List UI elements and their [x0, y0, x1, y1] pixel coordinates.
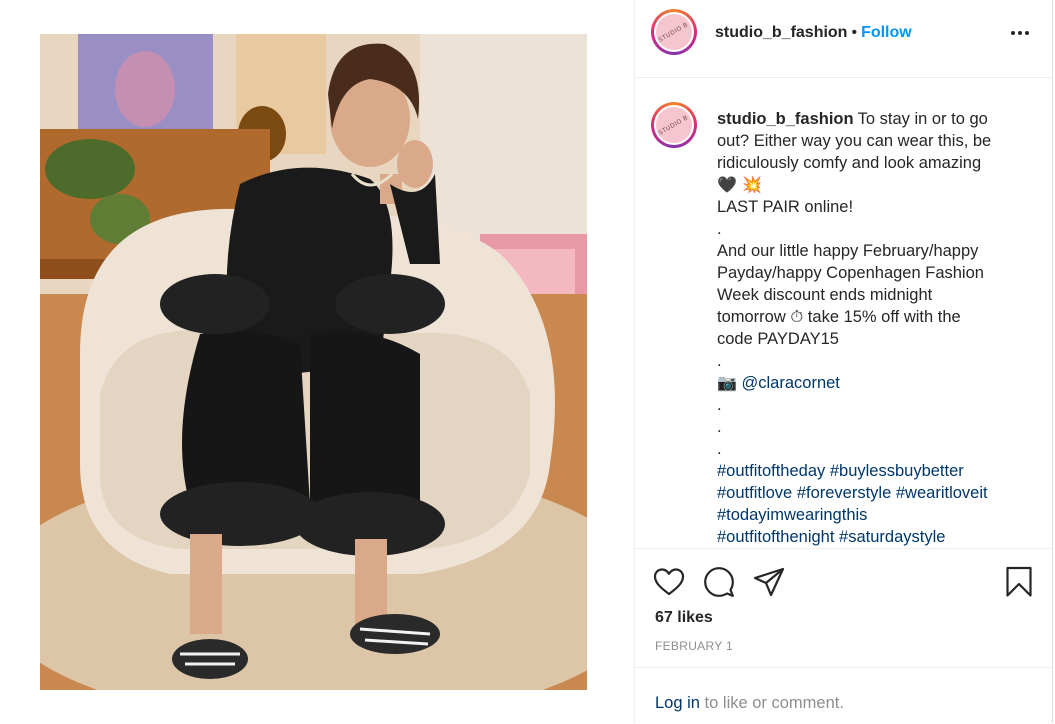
- hashtag-link[interactable]: #outfitlove: [717, 484, 792, 502]
- header-user-line: studio_b_fashion • Follow: [715, 23, 912, 43]
- camera-icon: 📷: [717, 373, 737, 392]
- hashtag-link[interactable]: #foreverstyle: [797, 484, 891, 502]
- avatar-logo-text: STUDIO B: [657, 113, 691, 137]
- hashtag-line: #outfitoftheday #buylessbuybetter: [717, 460, 1027, 482]
- post-photo[interactable]: [40, 34, 587, 690]
- hashtag-line: #outfitofthenight #saturdaystyle: [717, 526, 1027, 548]
- post-header: STUDIO B studio_b_fashion • Follow: [635, 0, 1052, 78]
- author-avatar[interactable]: STUDIO B: [651, 9, 697, 55]
- caption-emoji-line: 🖤 💥: [717, 175, 762, 194]
- author-username[interactable]: studio_b_fashion: [715, 24, 847, 41]
- caption-line: ridiculously comfy and look amazing: [717, 154, 982, 172]
- caption-line: code PAYDAY15: [717, 330, 839, 348]
- hashtag-link[interactable]: #outfitofthenight: [717, 528, 834, 546]
- caption-line: .: [717, 352, 722, 370]
- caption-mention-line: 📷 @claracornet: [717, 372, 1027, 394]
- photo-illustration: [40, 34, 587, 690]
- send-icon[interactable]: [753, 567, 785, 597]
- login-link[interactable]: Log in: [655, 694, 700, 712]
- caption-username[interactable]: studio_b_fashion: [717, 110, 854, 128]
- likes-count[interactable]: 67 likes: [655, 609, 713, 627]
- more-options-icon[interactable]: [1008, 21, 1032, 45]
- hashtag-link[interactable]: #wearitloveit: [896, 484, 988, 502]
- caption-dot: .: [717, 440, 722, 458]
- post-media-pane: [0, 0, 634, 723]
- separator-dot: •: [851, 24, 858, 41]
- caption-line: And our little happy February/happy: [717, 242, 979, 260]
- hashtag-link[interactable]: #todayimwearingthis: [717, 506, 867, 524]
- hashtag-line: #outfitlove #foreverstyle #wearitloveit: [717, 482, 1027, 504]
- mention-link[interactable]: @claracornet: [742, 374, 840, 392]
- login-prompt-text: to like or comment.: [699, 694, 844, 712]
- hashtag-line: #todayimwearingthis: [717, 504, 1027, 526]
- heart-icon[interactable]: [653, 567, 685, 597]
- caption-dot: .: [717, 396, 722, 414]
- login-prompt-bar: Log in to like or comment.: [635, 667, 1052, 724]
- avatar-logo-text: STUDIO B: [657, 20, 691, 44]
- hashtag-link[interactable]: #buylessbuybetter: [830, 462, 964, 480]
- caption-dot: .: [717, 418, 722, 436]
- post-caption: studio_b_fashion To stay in or to go out?…: [717, 108, 1027, 548]
- hashtag-link[interactable]: #saturdaystyle: [839, 528, 945, 546]
- caption-line: .: [717, 220, 722, 238]
- login-prompt: Log in to like or comment.: [655, 694, 844, 713]
- comment-icon[interactable]: [703, 566, 735, 598]
- caption-line: LAST PAIR online!: [717, 198, 854, 216]
- post-date[interactable]: FEBRUARY 1: [655, 639, 733, 653]
- caption-line: Week discount ends midnight: [717, 286, 933, 304]
- post-sidebar: STUDIO B studio_b_fashion • Follow STUDIO …: [634, 0, 1053, 723]
- caption-line: Payday/happy Copenhagen Fashion: [717, 264, 984, 282]
- caption-line: out? Either way you can wear this, be: [717, 132, 992, 150]
- caption-avatar[interactable]: STUDIO B: [651, 102, 697, 148]
- comments-section[interactable]: STUDIO B studio_b_fashion To stay in or t…: [635, 78, 1052, 548]
- caption-line: tomorrow ⏱ take 15% off with the: [717, 308, 961, 326]
- post-actions: 67 likes FEBRUARY 1 Log in to like or co…: [635, 548, 1052, 723]
- bookmark-icon[interactable]: [1005, 566, 1033, 598]
- hashtag-link[interactable]: #outfitoftheday: [717, 462, 825, 480]
- caption-first-line: studio_b_fashion To stay in or to go: [717, 110, 988, 128]
- follow-button[interactable]: Follow: [861, 24, 912, 41]
